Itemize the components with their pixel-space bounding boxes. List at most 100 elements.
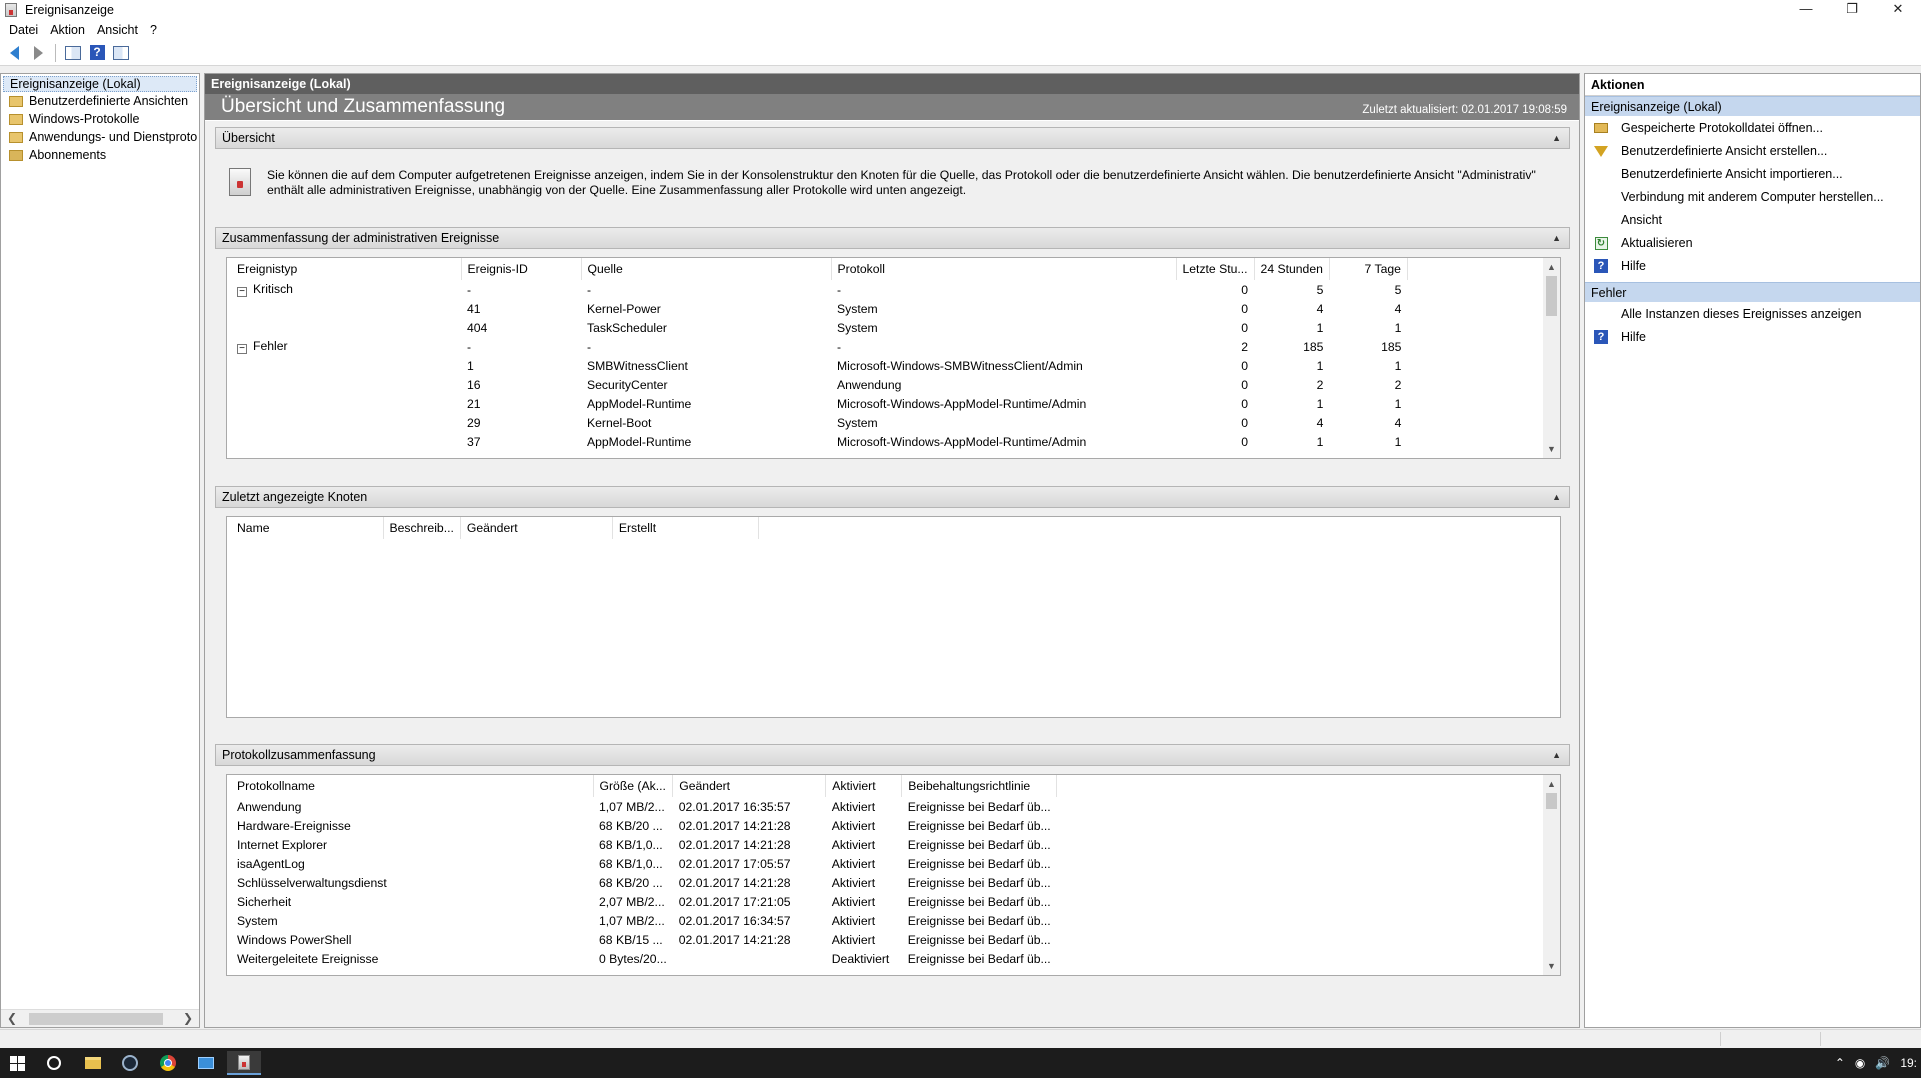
action-show-all-instances[interactable]: Alle Instanzen dieses Ereignisses anzeig… (1585, 304, 1920, 324)
table-row[interactable]: 29 Kernel-Boot System 0 4 4 (231, 413, 1407, 432)
log-summary-section-header[interactable]: Protokollzusammenfassung ▲ (215, 744, 1570, 766)
column-header-description[interactable]: Beschreib... (383, 517, 461, 539)
action-connect-computer[interactable]: Verbindung mit anderem Computer herstell… (1585, 187, 1920, 207)
table-row[interactable]: 21 AppModel-Runtime Microsoft-Windows-Ap… (231, 394, 1407, 413)
admin-summary-vertical-scrollbar[interactable]: ▲ ▼ (1543, 258, 1560, 458)
column-header-size[interactable]: Größe (Ak... (593, 775, 674, 797)
column-header-enabled[interactable]: Aktiviert (825, 775, 903, 797)
column-header-source[interactable]: Quelle (581, 258, 832, 280)
taskbar-vm[interactable] (189, 1051, 223, 1075)
table-row[interactable]: 41 Kernel-Power System 0 4 4 (231, 299, 1407, 318)
action-open-saved-log[interactable]: Gespeicherte Protokolldatei öffnen... (1585, 118, 1920, 138)
column-header-log[interactable]: Protokoll (831, 258, 1177, 280)
column-header-retention-policy[interactable]: Beibehaltungsrichtlinie (901, 775, 1058, 797)
count-24-hours: 1 (1316, 320, 1324, 335)
table-row[interactable]: Anwendung 1,07 MB/2... 02.01.2017 16:35:… (231, 797, 1057, 816)
table-row[interactable]: − Fehler - - - 2 185 185 (231, 337, 1407, 356)
column-header-log-name[interactable]: Protokollname (231, 775, 594, 797)
scroll-right-icon[interactable]: ❯ (183, 1011, 193, 1025)
console-tree: Ereignisanzeige (Lokal) Benutzerdefinier… (0, 73, 200, 1028)
action-help[interactable]: ? Hilfe (1585, 256, 1920, 276)
tree-item-windows-logs[interactable]: Windows-Protokolle (1, 110, 199, 128)
back-button[interactable] (4, 43, 24, 63)
action-create-custom-view[interactable]: Benutzerdefinierte Ansicht erstellen... (1585, 141, 1920, 161)
action-refresh[interactable]: ↻ Aktualisieren (1585, 233, 1920, 253)
menu-ansicht[interactable]: Ansicht (91, 23, 144, 37)
table-row[interactable]: Sicherheit 2,07 MB/2... 02.01.2017 17:21… (231, 892, 1057, 911)
table-row[interactable]: 1 SMBWitnessClient Microsoft-Windows-SMB… (231, 356, 1407, 375)
cortana-button[interactable] (37, 1051, 71, 1075)
log-summary-vertical-scrollbar[interactable]: ▲ ▼ (1543, 775, 1560, 975)
collapse-icon[interactable]: ▲ (1552, 487, 1561, 507)
table-row[interactable]: Schlüsselverwaltungsdienst 68 KB/20 ... … (231, 873, 1057, 892)
table-row[interactable]: 404 TaskScheduler System 0 1 1 (231, 318, 1407, 337)
column-header-24-hours[interactable]: 24 Stunden (1254, 258, 1330, 280)
show-hide-tree-button[interactable] (63, 43, 83, 63)
table-row[interactable]: isaAgentLog 68 KB/1,0... 02.01.2017 17:0… (231, 854, 1057, 873)
overview-section-header[interactable]: Übersicht ▲ (215, 127, 1570, 149)
scroll-up-icon[interactable]: ▲ (1543, 262, 1560, 272)
scroll-thumb[interactable] (1546, 793, 1557, 809)
table-row[interactable]: System 1,07 MB/2... 02.01.2017 16:34:57 … (231, 911, 1057, 930)
collapse-node-icon[interactable]: − (237, 287, 247, 297)
scroll-up-icon[interactable]: ▲ (1543, 779, 1560, 789)
collapse-icon[interactable]: ▲ (1552, 228, 1561, 248)
collapse-icon[interactable]: ▲ (1552, 745, 1561, 765)
show-hide-tree-icon (65, 45, 81, 60)
tree-horizontal-scrollbar[interactable]: ❮ ❯ (1, 1009, 199, 1027)
clock[interactable]: 19: (1900, 1056, 1917, 1070)
actions-group-event-viewer[interactable]: Ereignisanzeige (Lokal) (1585, 96, 1920, 116)
recent-nodes-section-header[interactable]: Zuletzt angezeigte Knoten ▲ (215, 486, 1570, 508)
taskbar-event-viewer[interactable] (227, 1051, 261, 1075)
tray-overflow-icon[interactable]: ⌃ (1835, 1056, 1845, 1070)
menu-aktion[interactable]: Aktion (44, 23, 91, 37)
menu-help[interactable]: ? (144, 23, 163, 37)
column-header-modified[interactable]: Geändert (672, 775, 827, 797)
network-icon[interactable]: ◉ (1855, 1056, 1865, 1070)
tree-root-item[interactable]: Ereignisanzeige (Lokal) (3, 76, 197, 92)
column-header-created[interactable]: Erstellt (612, 517, 759, 539)
table-row[interactable]: Windows PowerShell 68 KB/15 ... 02.01.20… (231, 930, 1057, 949)
taskbar-chrome[interactable] (151, 1051, 185, 1075)
table-row[interactable]: Hardware-Ereignisse 68 KB/20 ... 02.01.2… (231, 816, 1057, 835)
scroll-thumb[interactable] (1546, 276, 1557, 316)
tree-item-app-service-logs[interactable]: Anwendungs- und Dienstproto (1, 128, 199, 146)
table-row[interactable]: − Kritisch - - - 0 5 5 (231, 280, 1407, 299)
action-view[interactable]: Ansicht (1585, 210, 1920, 230)
volume-icon[interactable]: 🔊 (1875, 1056, 1890, 1070)
column-header-7-days[interactable]: 7 Tage (1329, 258, 1408, 280)
show-hide-action-pane-button[interactable] (111, 43, 131, 63)
menu-datei[interactable]: Datei (3, 23, 44, 37)
collapse-icon[interactable]: ▲ (1552, 128, 1561, 148)
scroll-down-icon[interactable]: ▼ (1543, 961, 1560, 971)
table-row[interactable]: 37 AppModel-Runtime Microsoft-Windows-Ap… (231, 432, 1407, 451)
forward-button[interactable] (28, 43, 48, 63)
minimize-button[interactable]: — (1783, 0, 1829, 20)
table-row[interactable]: Internet Explorer 68 KB/1,0... 02.01.201… (231, 835, 1057, 854)
column-header-name[interactable]: Name (231, 517, 384, 539)
table-row[interactable]: Weitergeleitete Ereignisse 0 Bytes/20...… (231, 949, 1057, 968)
column-header-last-hour[interactable]: Letzte Stu... (1176, 258, 1255, 280)
admin-summary-section-header[interactable]: Zusammenfassung der administrativen Erei… (215, 227, 1570, 249)
action-import-custom-view[interactable]: Benutzerdefinierte Ansicht importieren..… (1585, 164, 1920, 184)
column-header-modified[interactable]: Geändert (460, 517, 613, 539)
tree-item-subscriptions[interactable]: Abonnements (1, 146, 199, 164)
scroll-down-icon[interactable]: ▼ (1543, 444, 1560, 454)
scroll-left-icon[interactable]: ❮ (7, 1011, 17, 1025)
column-header-event-id[interactable]: Ereignis-ID (461, 258, 582, 280)
action-help-error[interactable]: ? Hilfe (1585, 327, 1920, 347)
action-label: Gespeicherte Protokolldatei öffnen... (1621, 121, 1823, 135)
actions-group-error[interactable]: Fehler (1585, 282, 1920, 302)
scroll-thumb[interactable] (29, 1013, 163, 1025)
action-label: Ansicht (1621, 213, 1662, 227)
help-button[interactable]: ? (87, 43, 107, 63)
close-button[interactable]: ✕ (1875, 0, 1921, 20)
taskbar-steam[interactable] (113, 1051, 147, 1075)
collapse-node-icon[interactable]: − (237, 344, 247, 354)
table-row[interactable]: 16 SecurityCenter Anwendung 0 2 2 (231, 375, 1407, 394)
taskbar-file-explorer[interactable] (76, 1051, 110, 1075)
column-header-event-type[interactable]: Ereignistyp (231, 258, 462, 280)
start-button[interactable] (0, 1051, 34, 1075)
restore-button[interactable]: ❐ (1829, 0, 1875, 20)
tree-item-custom-views[interactable]: Benutzerdefinierte Ansichten (1, 92, 199, 110)
